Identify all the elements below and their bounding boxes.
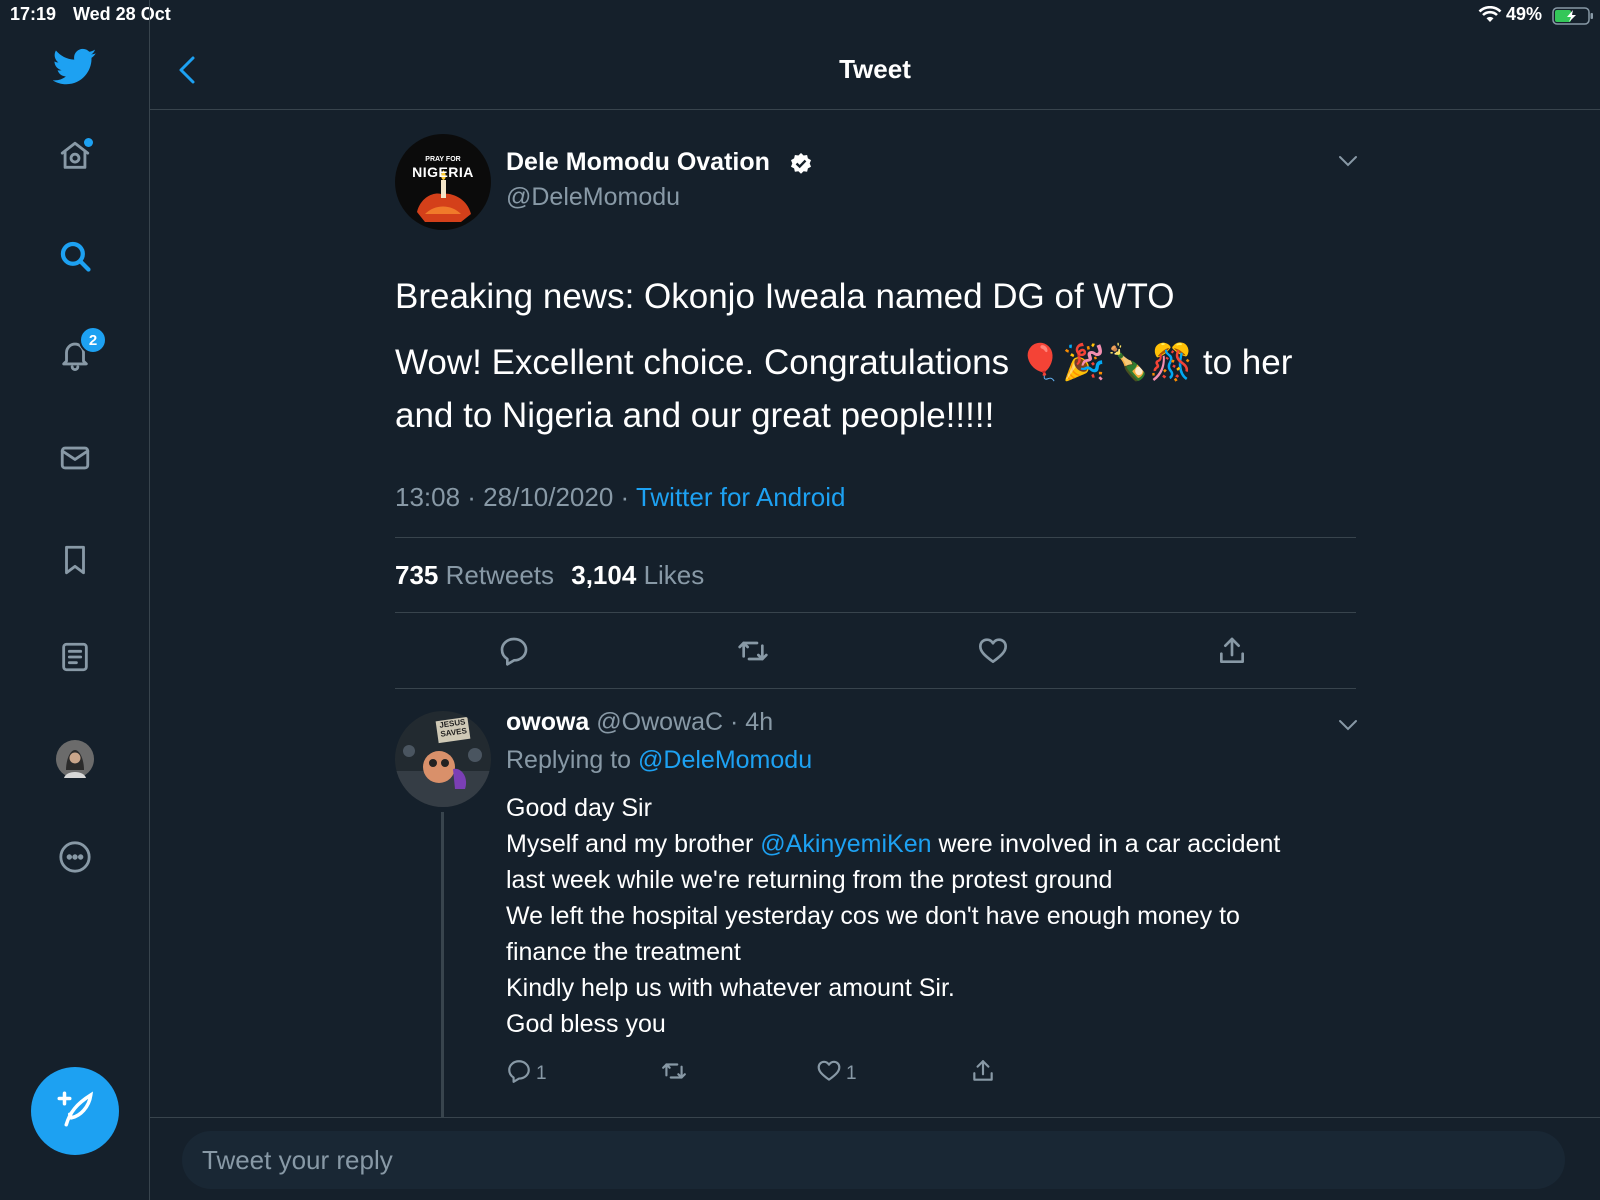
tweet-text-line1: Breaking news: Okonjo Iweala named DG of… — [395, 277, 1175, 316]
search-icon — [58, 239, 92, 278]
tweet-reply-input[interactable] — [182, 1131, 1565, 1189]
new-content-dot — [84, 138, 93, 147]
more-icon — [58, 840, 92, 879]
reply-body: Good day Sir Myself and my brother @Akin… — [506, 790, 1356, 1042]
avatar-caption-top: PRAY FOR — [425, 156, 461, 163]
compose-feather-icon — [54, 1088, 96, 1135]
tweet-text-line3: and to Nigeria and our great people!!!!! — [395, 396, 995, 435]
sidebar-item-notifications[interactable]: 2 — [49, 326, 107, 382]
reply-comment-button[interactable]: 1 — [506, 1058, 547, 1090]
sidebar-item-search[interactable] — [49, 232, 101, 284]
author-handle[interactable]: @DeleMomodu — [506, 183, 680, 212]
reply-line: God bless you — [506, 1010, 666, 1038]
reply-header: owowa @OwowaC · 4h — [506, 708, 773, 737]
page-title: Tweet — [839, 54, 911, 84]
bookmark-icon — [58, 543, 92, 582]
lists-icon — [58, 640, 92, 679]
reply-line: Myself and my brother @AkinyemiKen were … — [506, 830, 1281, 858]
share-icon — [1216, 637, 1248, 671]
author-name[interactable]: Dele Momodu Ovation — [506, 148, 770, 177]
heart-icon — [816, 1058, 842, 1090]
retweet-button[interactable] — [737, 635, 769, 672]
mention-link[interactable]: @AkinyemiKen — [760, 830, 931, 858]
replying-to-link[interactable]: @DeleMomodu — [638, 746, 812, 774]
compose-tweet-button[interactable] — [31, 1067, 119, 1155]
tweet-stats: 735 Retweets 3,104 Likes — [395, 560, 704, 591]
reply-handle-time[interactable]: @OwowaC · 4h — [596, 708, 773, 736]
reply-author-name[interactable]: owowa — [506, 708, 589, 736]
reply-author-avatar[interactable]: JESUS SAVES — [395, 711, 491, 812]
retweet-icon — [661, 1058, 687, 1090]
tweet-options-chevron-icon[interactable] — [1337, 154, 1359, 173]
reply-line: Good day Sir — [506, 794, 652, 822]
share-button[interactable] — [1216, 635, 1248, 672]
sidebar-item-profile[interactable] — [49, 733, 101, 785]
sidebar-item-bookmarks[interactable] — [49, 536, 101, 588]
likes-label: Likes — [643, 560, 705, 590]
tweet-meta: 13:08 · 28/10/2020 · Twitter for Android — [395, 482, 845, 513]
sidebar-item-messages[interactable] — [49, 434, 101, 486]
retweets-label: Retweets — [445, 560, 555, 590]
likes-count: 3,104 — [571, 560, 637, 590]
reply-button[interactable] — [498, 635, 530, 672]
divider — [395, 537, 1356, 538]
reply-comment-count: 1 — [536, 1063, 547, 1084]
share-icon — [970, 1058, 996, 1090]
reply-line: finance the treatment — [506, 938, 741, 966]
reply-composer-bar — [150, 1117, 1600, 1200]
tweet-text-line2: Wow! Excellent choice. Congratulations 🎈… — [395, 343, 1293, 382]
notification-badge: 2 — [79, 326, 107, 354]
retweets-count: 735 — [395, 560, 439, 590]
like-button[interactable] — [977, 635, 1009, 672]
reply-icon — [506, 1058, 532, 1090]
sidebar-item-home[interactable] — [49, 132, 101, 184]
sidebar-item-lists[interactable] — [49, 633, 101, 685]
sidebar: 2 — [0, 0, 150, 1200]
reply-retweet-button[interactable] — [661, 1058, 687, 1090]
tweet-source-link[interactable]: Twitter for Android — [636, 482, 846, 512]
reply-icon — [498, 637, 530, 671]
replying-label: Replying to — [506, 746, 632, 774]
reply-line: last week while we're returning from the… — [506, 866, 1113, 894]
divider — [395, 612, 1356, 613]
reply-like-count: 1 — [846, 1063, 857, 1084]
profile-avatar — [56, 740, 94, 778]
mail-icon — [58, 441, 92, 480]
likes-stat[interactable]: 3,104 Likes — [571, 560, 704, 590]
twitter-logo-icon[interactable] — [52, 48, 97, 91]
reply-options-chevron-icon[interactable] — [1337, 718, 1359, 737]
replying-to: Replying to @DeleMomodu — [506, 746, 812, 775]
thread-line — [441, 812, 444, 1117]
retweet-icon — [737, 641, 769, 671]
heart-icon — [977, 638, 1009, 671]
avatar-caption-main: NIGERIA — [412, 164, 474, 180]
retweets-stat[interactable]: 735 Retweets — [395, 560, 554, 590]
verified-badge-icon — [789, 152, 813, 181]
header: Tweet — [150, 0, 1600, 110]
tweet-timestamp: 13:08 · 28/10/2020 · — [395, 482, 636, 512]
reply-line: We left the hospital yesterday cos we do… — [506, 902, 1240, 930]
sidebar-item-more[interactable] — [49, 833, 101, 885]
reply-line: Kindly help us with whatever amount Sir. — [506, 974, 955, 1002]
reply-share-button[interactable] — [970, 1058, 996, 1090]
divider — [395, 688, 1356, 689]
reply-like-button[interactable]: 1 — [816, 1058, 857, 1090]
author-avatar[interactable]: PRAY FOR NIGERIA — [395, 134, 491, 235]
